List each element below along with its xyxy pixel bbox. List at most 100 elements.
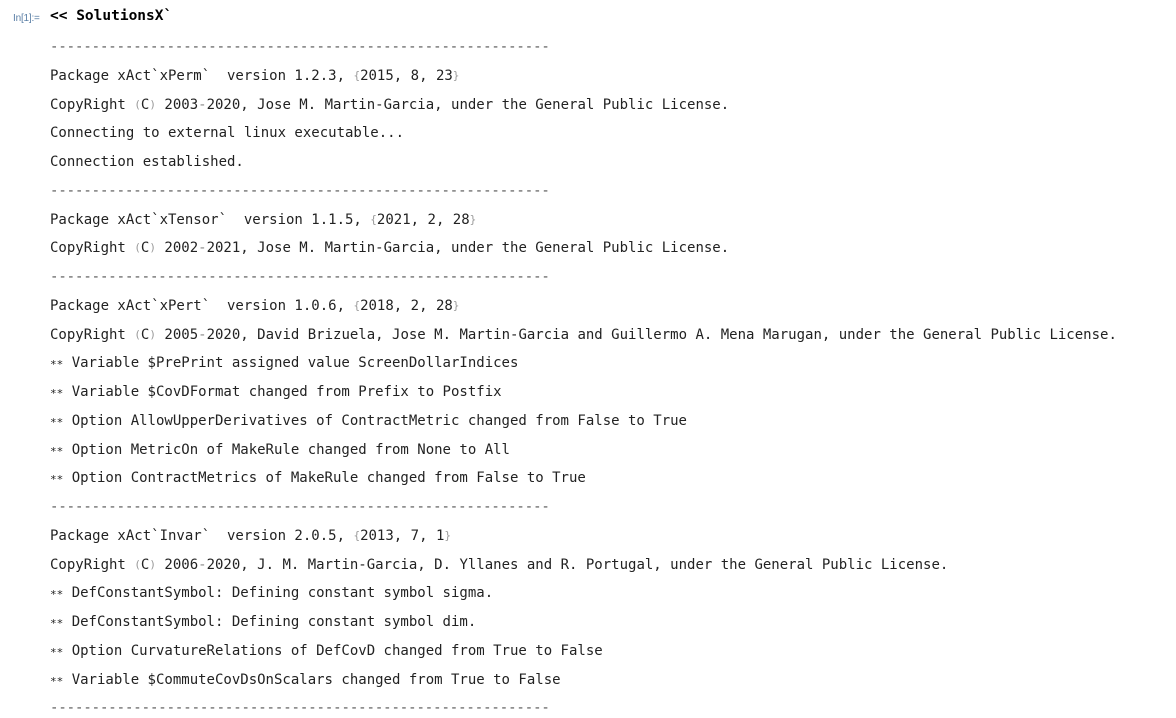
message-text: Option ContractMetrics of MakeRule chang… bbox=[71, 470, 586, 487]
copyright-word: CopyRight bbox=[50, 240, 126, 257]
package-name: Package xAct`xPerm` version 1.2.3, bbox=[50, 67, 354, 84]
date-value: 2 bbox=[410, 297, 420, 314]
message-text: Option MetricOn of MakeRule changed from… bbox=[71, 441, 510, 458]
separator-line: ----------------------------------------… bbox=[50, 499, 550, 515]
brace-close: } bbox=[452, 298, 460, 312]
paren-open: ( bbox=[134, 557, 141, 571]
year-end: 2020 bbox=[206, 96, 241, 113]
copyright-word: CopyRight bbox=[50, 96, 126, 113]
package-line: Package xAct`Invar` version 2.0.5, {2013… bbox=[50, 522, 1117, 551]
year-dash: - bbox=[198, 556, 207, 573]
message-line: ** Variable $PrePrint assigned value Scr… bbox=[50, 349, 1117, 378]
copyright-word: CopyRight bbox=[50, 326, 126, 343]
message-text: Variable $PrePrint assigned value Screen… bbox=[71, 355, 519, 372]
year-start: 2002 bbox=[164, 240, 199, 257]
message-text: Variable $CovDFormat changed from Prefix… bbox=[71, 384, 502, 400]
brace-open: { bbox=[370, 212, 377, 226]
star-marker-icon: ** bbox=[50, 444, 64, 458]
package-line: Package xAct`xTensor` version 1.1.5, {20… bbox=[50, 206, 1117, 235]
date-comma: , bbox=[419, 527, 436, 544]
separator-line: ----------------------------------------… bbox=[50, 182, 550, 199]
copyright-holders: , Jose M. Martin-Garcia, under the Gener… bbox=[240, 96, 730, 113]
star-marker-icon: ** bbox=[50, 645, 64, 659]
copyright-holders: , Jose M. Martin-Garcia, under the Gener… bbox=[240, 240, 730, 257]
message-text: Option AllowUpperDerivatives of Contract… bbox=[71, 412, 687, 429]
message-text: Variable $CommuteCovDsOnScalars changed … bbox=[71, 671, 561, 688]
year-end: 2020 bbox=[206, 326, 241, 343]
paren-open: ( bbox=[134, 327, 141, 341]
message-line: ** Option AllowUpperDerivatives of Contr… bbox=[50, 407, 1117, 436]
date-comma: , bbox=[410, 211, 428, 228]
input-cell[interactable]: << SolutionsX` bbox=[50, 8, 172, 24]
date-value: 2015 bbox=[360, 67, 394, 84]
date-value: 7 bbox=[410, 527, 420, 544]
message-text: DefConstantSymbol: Defining constant sym… bbox=[71, 614, 477, 630]
date-comma: , bbox=[419, 297, 436, 314]
star-marker-icon: ** bbox=[50, 387, 64, 400]
message-line: ** Option CurvatureRelations of DefCovD … bbox=[50, 637, 1117, 666]
message-line: ** DefConstantSymbol: Defining constant … bbox=[50, 579, 1117, 608]
date-comma: , bbox=[393, 67, 411, 84]
message-line: ** DefConstantSymbol: Defining constant … bbox=[50, 608, 1117, 637]
message-text: Option CurvatureRelations of DefCovD cha… bbox=[71, 642, 603, 659]
brace-close: } bbox=[452, 68, 460, 82]
star-marker-icon: ** bbox=[50, 473, 64, 487]
date-value: 23 bbox=[435, 67, 453, 84]
date-value: 8 bbox=[410, 67, 420, 84]
paren-open: ( bbox=[134, 241, 141, 255]
message-line: ** Option MetricOn of MakeRule changed f… bbox=[50, 436, 1117, 465]
message-line: ** Option ContractMetrics of MakeRule ch… bbox=[50, 464, 1117, 493]
star-marker-icon: ** bbox=[50, 588, 64, 602]
paren-open: ( bbox=[134, 97, 141, 111]
date-comma: , bbox=[419, 67, 436, 84]
paren-close: ) bbox=[149, 557, 156, 571]
brace-close: } bbox=[444, 528, 451, 542]
year-start: 2005 bbox=[164, 326, 199, 343]
output-text-line: Connecting to external linux executable.… bbox=[50, 125, 405, 142]
brace-close: } bbox=[469, 212, 477, 226]
paren-close: ) bbox=[149, 327, 156, 341]
year-end: 2021 bbox=[206, 240, 241, 257]
star-marker-icon: ** bbox=[50, 358, 64, 372]
copyright-line: CopyRight (C) 2006-2020, J. M. Martin-Ga… bbox=[50, 551, 1117, 580]
date-comma: , bbox=[393, 527, 411, 544]
date-comma: , bbox=[435, 211, 453, 228]
date-value: 2 bbox=[427, 211, 436, 228]
message-line: ** Variable $CommuteCovDsOnScalars chang… bbox=[50, 666, 1117, 695]
package-name: Package xAct`xTensor` version 1.1.5, bbox=[50, 211, 371, 228]
copyright-line: CopyRight (C) 2003-2020, Jose M. Martin-… bbox=[50, 91, 1117, 120]
paren-close: ) bbox=[149, 241, 156, 255]
date-value: 28 bbox=[452, 211, 470, 228]
copyright-word: CopyRight bbox=[50, 556, 126, 573]
separator-line: ----------------------------------------… bbox=[50, 39, 550, 55]
copyright-line: CopyRight (C) 2002-2021, Jose M. Martin-… bbox=[50, 234, 1117, 263]
copyright-holders: , David Brizuela, Jose M. Martin-Garcia … bbox=[240, 326, 1117, 343]
copyright-holders: , J. M. Martin-Garcia, D. Yllanes and R.… bbox=[240, 556, 949, 573]
message-text: DefConstantSymbol: Defining constant sym… bbox=[71, 585, 494, 602]
year-dash: - bbox=[198, 326, 207, 343]
separator-line: ----------------------------------------… bbox=[50, 700, 550, 717]
year-end: 2020 bbox=[206, 556, 241, 573]
copyright-line: CopyRight (C) 2005-2020, David Brizuela,… bbox=[50, 321, 1117, 350]
star-marker-icon: ** bbox=[50, 617, 64, 630]
date-value: 2018 bbox=[360, 297, 394, 314]
star-marker-icon: ** bbox=[50, 415, 64, 429]
paren-close: ) bbox=[149, 97, 156, 111]
year-start: 2006 bbox=[164, 556, 199, 573]
date-value: 28 bbox=[435, 297, 453, 314]
package-line: Package xAct`xPert` version 1.0.6, {2018… bbox=[50, 292, 1117, 321]
date-value: 2021 bbox=[376, 211, 411, 228]
package-name: Package xAct`Invar` version 2.0.5, bbox=[50, 527, 354, 544]
output-text-line: Connection established. bbox=[50, 154, 244, 170]
notebook: In[1]:= << SolutionsX` -----------------… bbox=[0, 0, 1176, 718]
package-name: Package xAct`xPert` version 1.0.6, bbox=[50, 297, 354, 314]
date-value: 2013 bbox=[360, 527, 394, 544]
